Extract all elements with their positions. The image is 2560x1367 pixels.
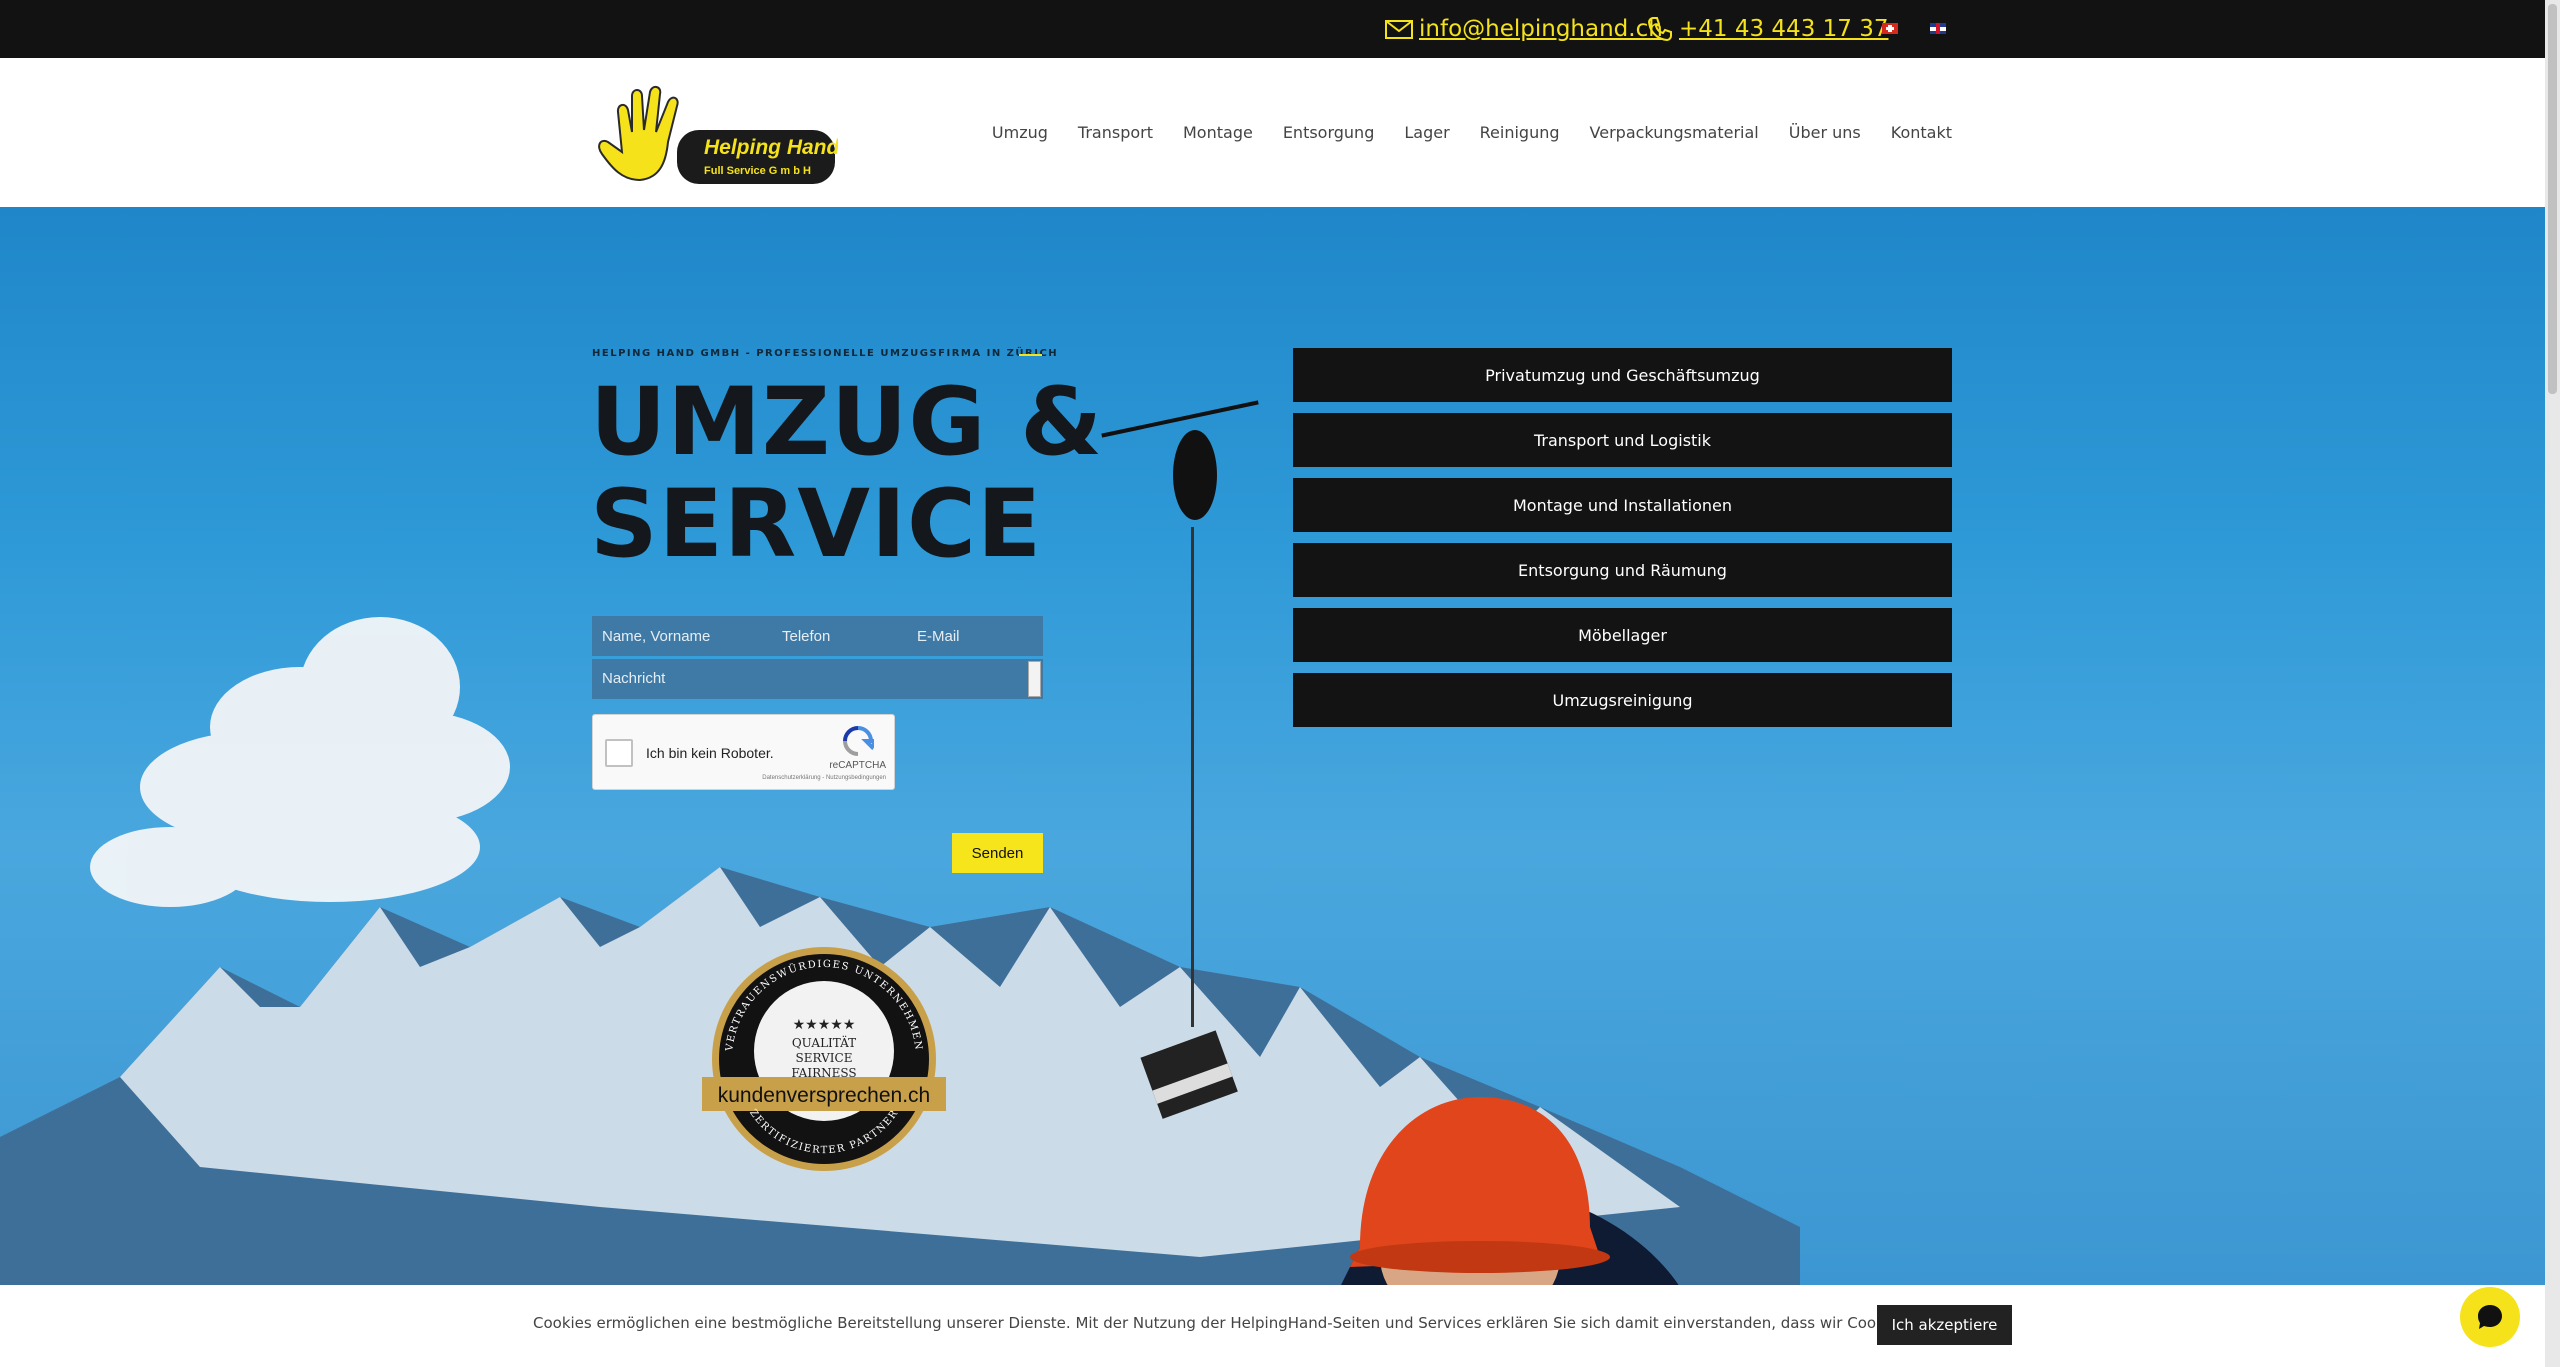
service-button-transport[interactable]: Transport und Logistik [1293,413,1952,467]
email-link[interactable]: info@helpinghand.ch [1385,0,1663,58]
page-scrollbar[interactable] [2545,0,2560,1367]
send-button[interactable]: Senden [952,833,1043,873]
kundenversprechen-badge[interactable]: VERTRAUENSWÜRDIGES UNTERNEHMEN ★★★★★ QUA… [702,947,946,1177]
cookie-text: Cookies ermöglichen eine bestmögliche Be… [533,1314,1995,1332]
badge-line1: QUALITÄT [792,1034,856,1050]
nav-item-entsorgung[interactable]: Entsorgung [1283,123,1375,142]
top-bar: info@helpinghand.ch +41 43 443 17 37 [0,0,2545,58]
recaptcha-label: Ich bin kein Roboter. [646,745,774,761]
logo-wordmark: Helping Hand [704,136,838,159]
helping-hand-logo[interactable]: Helping Hand Full Service G m b H [592,82,838,186]
contact-fields-row [592,616,1043,656]
nav-item-transport[interactable]: Transport [1078,123,1153,142]
envelope-icon [1385,20,1413,39]
nav-item-montage[interactable]: Montage [1183,123,1253,142]
nav-item-reinigung[interactable]: Reinigung [1480,123,1560,142]
phone-text[interactable]: +41 43 443 17 37 [1679,16,1888,42]
phone-icon [1647,17,1672,42]
email-text[interactable]: info@helpinghand.ch [1419,16,1663,42]
recaptcha-checkbox[interactable] [605,739,633,767]
service-button-moebellager[interactable]: Möbellager [1293,608,1952,662]
site-header: Helping Hand Full Service G m b H Umzug … [0,58,2545,207]
hero-title: UMZUG & SERVICE [590,372,1103,576]
chat-launcher-button[interactable] [2460,1287,2520,1347]
phone-input[interactable] [772,616,907,656]
service-button-entsorgung[interactable]: Entsorgung und Räumung [1293,543,1952,597]
message-textarea[interactable] [592,659,1025,699]
nav-item-kontakt[interactable]: Kontakt [1891,123,1952,142]
en-gb-flag-icon[interactable] [1930,23,1946,34]
hero-title-line1: UMZUG & [590,368,1104,477]
main-nav: Umzug Transport Montage Entsorgung Lager… [992,58,1952,207]
message-row [592,659,1043,699]
cookie-accept-button[interactable]: Ich akzeptiere [1877,1305,2012,1345]
nav-item-verpackungsmaterial[interactable]: Verpackungsmaterial [1590,123,1759,142]
badge-brand: kundenversprechen.ch [718,1084,930,1107]
recaptcha-widget: Ich bin kein Roboter. reCAPTCHA Datensch… [592,714,895,790]
recaptcha-terms-link[interactable]: Datenschutzerklärung - Nutzungsbedingung… [762,775,886,781]
service-button-umzugsreinigung[interactable]: Umzugsreinigung [1293,673,1952,727]
nav-item-umzug[interactable]: Umzug [992,123,1048,142]
badge-stars: ★★★★★ [793,1017,856,1033]
hero-kicker: HELPING HAND GMBH - PROFESSIONELLE UMZUG… [592,348,1059,359]
name-input[interactable] [592,616,772,656]
hero-background-image [0,400,1800,1367]
email-input[interactable] [907,616,1043,656]
service-button-privatumzug[interactable]: Privatumzug und Geschäftsumzug [1293,348,1952,402]
recaptcha-icon [843,726,874,756]
recaptcha-brand: reCAPTCHA [829,760,886,771]
phone-link[interactable]: +41 43 443 17 37 [1647,0,1888,58]
kicker-accent-line [1019,354,1042,356]
chat-bubble-icon [2478,1305,2502,1329]
services-list: Privatumzug und Geschäftsumzug Transport… [1293,348,1952,738]
nav-item-ueber-uns[interactable]: Über uns [1789,123,1861,142]
textarea-scroll-handle[interactable] [1028,661,1041,697]
de-ch-flag-icon[interactable] [1882,23,1898,34]
hero-section: HELPING HAND GMBH - PROFESSIONELLE UMZUG… [0,207,2545,1367]
nav-item-lager[interactable]: Lager [1404,123,1449,142]
hero-title-line2: SERVICE [590,470,1043,579]
badge-line2: SERVICE [796,1051,853,1065]
service-button-montage[interactable]: Montage und Installationen [1293,478,1952,532]
cookie-bar: Cookies ermöglichen eine bestmögliche Be… [0,1285,2545,1367]
logo-tagline: Full Service G m b H [704,165,811,177]
